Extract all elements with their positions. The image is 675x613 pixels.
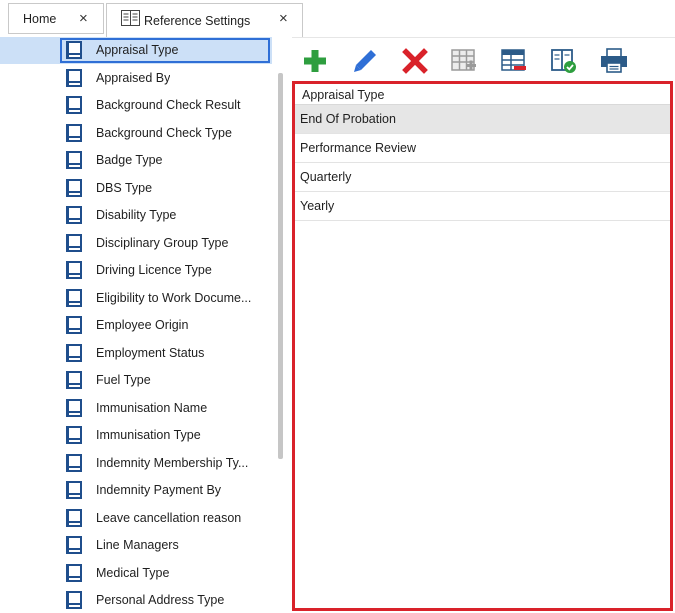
tree-item[interactable]: Indemnity Membership Ty... — [0, 450, 272, 477]
plus-icon — [304, 50, 326, 72]
tree-item-label: Appraisal Type — [96, 43, 179, 57]
tree-item[interactable]: Badge Type — [0, 147, 272, 174]
tree-item-label: Employee Origin — [96, 318, 189, 332]
tab-bar: Home × Reference Settings × — [0, 0, 675, 37]
tree-item[interactable]: Eligibility to Work Docume... — [0, 285, 272, 312]
tree-item-label: DBS Type — [96, 180, 153, 195]
grid-column-header[interactable]: Appraisal Type — [295, 84, 670, 105]
print-button[interactable] — [599, 46, 629, 76]
tab-reference-settings-close-icon[interactable]: × — [279, 11, 288, 26]
tab-reference-settings[interactable]: Reference Settings × — [106, 3, 303, 37]
tree-item[interactable]: Disciplinary Group Type — [0, 230, 272, 257]
reference-book-icon — [66, 261, 82, 279]
tree-item[interactable]: Personal Address Type — [0, 587, 272, 613]
reference-book-icon — [66, 398, 82, 417]
reference-book-icon — [66, 96, 82, 114]
tree-item-label: Fuel Type — [96, 373, 151, 387]
tree-item-label: Disciplinary Group Type — [96, 235, 229, 250]
reference-book-icon — [66, 288, 82, 307]
tree-item-label: Driving Licence Type — [96, 263, 212, 277]
reference-book-icon — [66, 426, 82, 444]
grid-toolbar — [292, 37, 675, 81]
reference-book-icon — [66, 453, 82, 472]
approve-button[interactable] — [549, 46, 579, 76]
tab-home-close-icon[interactable]: × — [79, 11, 88, 26]
tree-item-label: Background Check Type — [96, 125, 232, 140]
tree-item[interactable]: Medical Type — [0, 560, 272, 587]
tree-item[interactable]: Driving Licence Type — [0, 257, 272, 284]
reference-book-icon — [66, 233, 82, 252]
reference-book-icon — [66, 123, 82, 142]
book-check-icon — [551, 49, 576, 73]
tree-item[interactable]: Line Managers — [0, 532, 272, 559]
tree-item[interactable]: Fuel Type — [0, 367, 272, 394]
add-row-button[interactable] — [449, 46, 479, 76]
tree-item-label: Disability Type — [96, 208, 177, 222]
remove-row-button[interactable] — [499, 46, 529, 76]
reference-book-icon — [66, 371, 82, 389]
reference-book-icon — [66, 481, 82, 499]
grid-cell: Performance Review — [300, 141, 417, 155]
tree-item-label: Personal Address Type — [96, 593, 225, 607]
tree-item-label: Immunisation Type — [96, 428, 201, 442]
reference-book-icon — [66, 536, 82, 554]
reference-book-icon — [66, 316, 82, 334]
tree-item-label: Appraised By — [96, 70, 171, 85]
reference-book-icon — [66, 563, 82, 582]
reference-book-icon — [66, 591, 82, 609]
tree-item-label: Leave cancellation reason — [96, 510, 242, 525]
tree-item-label: Eligibility to Work Docume... — [96, 290, 252, 305]
grid-row[interactable]: Performance Review — [295, 134, 670, 163]
grid-row[interactable]: Yearly — [295, 192, 670, 221]
edit-button[interactable] — [350, 46, 380, 76]
tab-reference-settings-label: Reference Settings — [144, 13, 251, 28]
grid-add-icon — [451, 49, 476, 71]
grid-cell: Quarterly — [300, 170, 352, 184]
tree-item[interactable]: Employment Status — [0, 340, 272, 367]
reference-tree: Appraisal Type Appraised By Background Che… — [0, 37, 287, 613]
grid-row[interactable]: Quarterly — [295, 163, 670, 192]
reference-book-icon — [66, 178, 82, 197]
reference-book-icon — [66, 41, 82, 59]
tree-item[interactable]: Indemnity Payment By — [0, 477, 272, 504]
tree-item[interactable]: DBS Type — [0, 175, 272, 202]
reference-book-icon — [66, 68, 82, 87]
delete-button[interactable] — [400, 46, 430, 76]
tree-item-label: Indemnity Membership Ty... — [96, 455, 249, 470]
x-icon — [402, 48, 428, 74]
tree-item[interactable]: Immunisation Type — [0, 422, 272, 449]
tree-item[interactable]: Background Check Type — [0, 120, 272, 147]
tab-home[interactable]: Home × — [8, 3, 104, 34]
grid-cell: End Of Probation — [300, 112, 396, 126]
add-button[interactable] — [300, 46, 330, 76]
tree-item[interactable]: Appraised By — [0, 65, 272, 92]
tree-item[interactable]: Background Check Result — [0, 92, 272, 119]
tree-item-label: Badge Type — [96, 153, 163, 167]
tree-item[interactable]: Immunisation Name — [0, 395, 272, 422]
printer-icon — [601, 48, 627, 73]
tree-item-label: Employment Status — [96, 345, 205, 360]
tree-scrollbar-thumb[interactable] — [278, 73, 283, 459]
book-icon — [121, 10, 140, 26]
pencil-icon — [354, 50, 376, 72]
tree-item[interactable]: Disability Type — [0, 202, 272, 229]
tree-item[interactable]: Employee Origin — [0, 312, 272, 339]
grid-cell: Yearly — [300, 199, 335, 213]
tab-home-label: Home — [23, 11, 57, 26]
reference-book-icon — [66, 508, 82, 527]
tree-item[interactable]: Leave cancellation reason — [0, 505, 272, 532]
reference-book-icon — [66, 343, 82, 362]
tree-item-label: Line Managers — [96, 538, 179, 552]
reference-book-icon — [66, 151, 82, 169]
tree-item-label: Medical Type — [96, 565, 170, 580]
grid-row[interactable]: End Of Probation — [295, 105, 670, 134]
reference-grid: Appraisal Type End Of Probation Performan… — [292, 81, 673, 611]
grid-column-header-label: Appraisal Type — [302, 88, 385, 102]
tree-item-label: Indemnity Payment By — [96, 483, 222, 497]
reference-book-icon — [66, 206, 82, 224]
tree-item-label: Background Check Result — [96, 98, 241, 112]
tree-item[interactable]: Appraisal Type — [0, 37, 272, 64]
grid-remove-icon — [501, 49, 526, 71]
tree-item-label: Immunisation Name — [96, 400, 208, 415]
